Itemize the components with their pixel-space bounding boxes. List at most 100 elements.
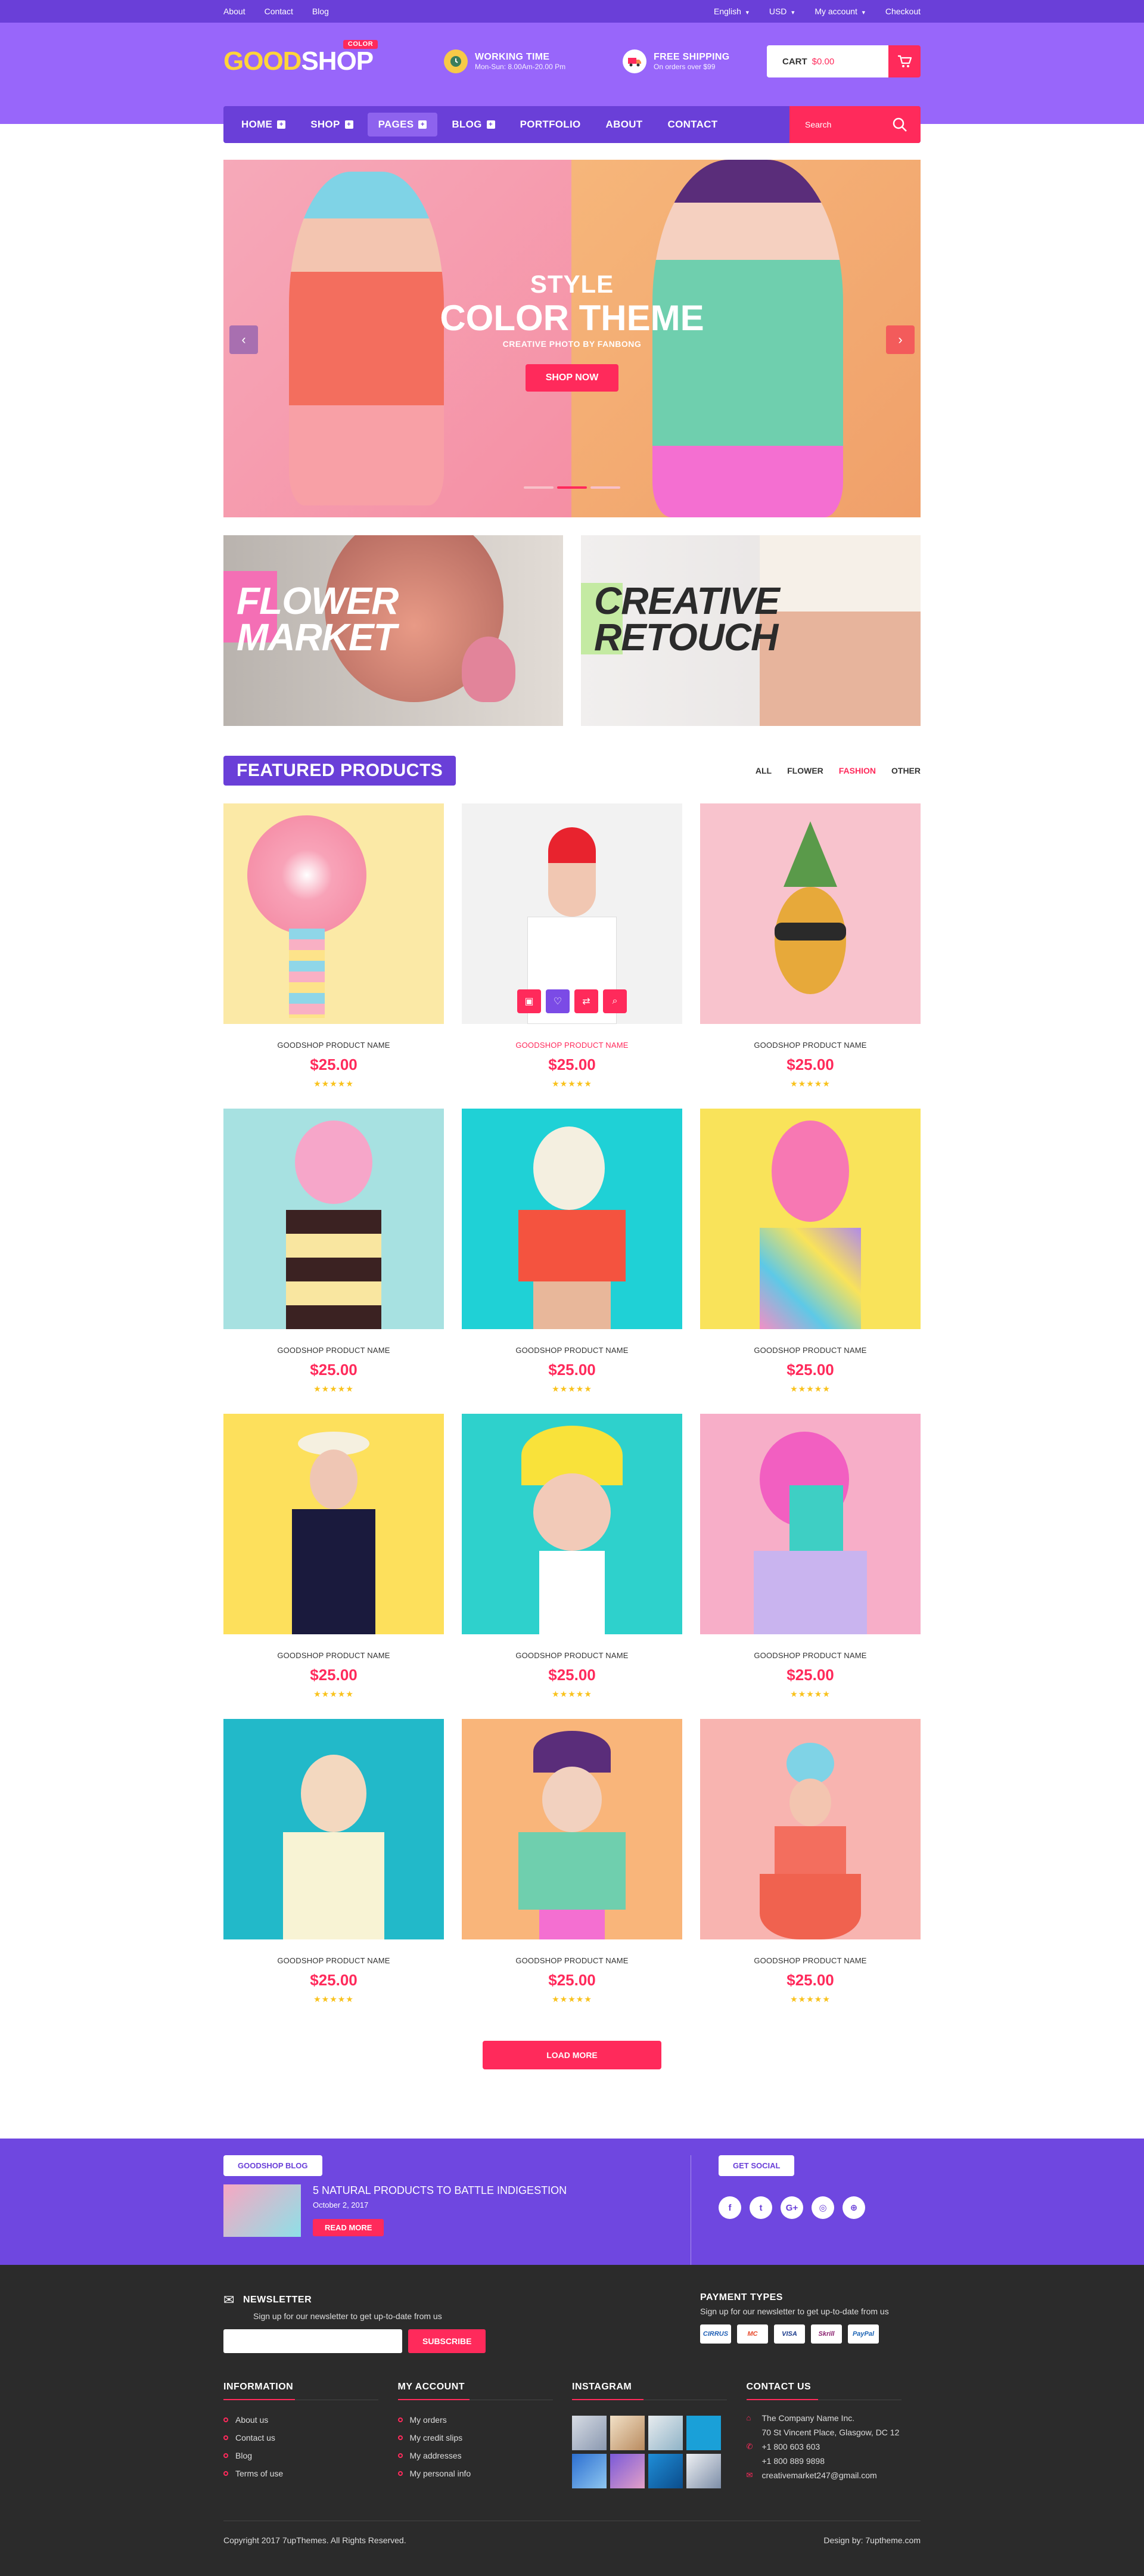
site-logo[interactable]: GOODSHOP COLOR xyxy=(223,40,378,75)
instagram-thumb[interactable] xyxy=(648,2454,683,2488)
footer-link-terms[interactable]: Terms of use xyxy=(223,2465,398,2482)
product-image[interactable] xyxy=(223,803,444,1024)
blog-post[interactable]: 5 NATURAL PRODUCTS TO BATTLE INDIGESTION… xyxy=(223,2184,691,2237)
product-card[interactable]: GOODSHOP PRODUCT NAME $25.00 ★★★★★ xyxy=(223,803,444,1109)
read-more-button[interactable]: READ MORE xyxy=(313,2219,384,2236)
compare-button[interactable]: ⇄ xyxy=(574,989,598,1013)
search-input[interactable]: Search xyxy=(805,120,831,129)
slider-dot[interactable] xyxy=(524,486,554,489)
instagram-thumb[interactable] xyxy=(610,2416,645,2450)
product-name[interactable]: GOODSHOP PRODUCT NAME xyxy=(700,1956,921,1965)
product-image[interactable]: ▣ ♡ ⇄ ⌕ xyxy=(462,803,682,1024)
product-card[interactable]: GOODSHOP PRODUCT NAME $25.00 ★★★★★ xyxy=(462,1109,682,1414)
product-card[interactable]: GOODSHOP PRODUCT NAME $25.00 ★★★★★ xyxy=(700,1109,921,1414)
product-name[interactable]: GOODSHOP PRODUCT NAME xyxy=(462,1956,682,1965)
footer-link-about[interactable]: About us xyxy=(223,2411,398,2429)
product-image[interactable] xyxy=(700,803,921,1024)
nav-shop[interactable]: SHOP + xyxy=(300,113,363,136)
nav-home[interactable]: HOME + xyxy=(231,113,296,136)
slider-dot[interactable] xyxy=(590,486,620,489)
product-image[interactable] xyxy=(462,1719,682,1939)
product-name[interactable]: GOODSHOP PRODUCT NAME xyxy=(223,1956,444,1965)
slider-next-button[interactable]: › xyxy=(886,325,915,354)
contact-phone[interactable]: ✆ +1 800 603 603 +1 800 889 9898 xyxy=(747,2440,921,2468)
product-card[interactable]: ▣ ♡ ⇄ ⌕ GOODSHOP PRODUCT NAME $25.00 ★★★★★ xyxy=(462,803,682,1109)
product-card[interactable]: GOODSHOP PRODUCT NAME $25.00 ★★★★★ xyxy=(223,1414,444,1719)
instagram-thumb[interactable] xyxy=(610,2454,645,2488)
quickview-button[interactable]: ⌕ xyxy=(603,989,627,1013)
blog-post-title[interactable]: 5 NATURAL PRODUCTS TO BATTLE INDIGESTION xyxy=(313,2184,567,2197)
footer-link-contact[interactable]: Contact us xyxy=(223,2429,398,2447)
nav-pages[interactable]: PAGES + xyxy=(367,113,438,136)
product-image[interactable] xyxy=(700,1719,921,1939)
product-image[interactable] xyxy=(700,1109,921,1329)
footer-link-personal-info[interactable]: My personal info xyxy=(397,2465,573,2482)
footer-link-credit-slips[interactable]: My credit slips xyxy=(397,2429,573,2447)
twitter-icon[interactable]: t xyxy=(750,2196,772,2219)
instagram-thumb[interactable] xyxy=(572,2416,607,2450)
wishlist-button[interactable]: ♡ xyxy=(546,989,570,1013)
instagram-thumb[interactable] xyxy=(572,2454,607,2488)
product-image[interactable] xyxy=(462,1109,682,1329)
footer-link-addresses[interactable]: My addresses xyxy=(397,2447,573,2465)
cart-button[interactable] xyxy=(888,45,921,77)
language-dropdown[interactable]: English ▼ xyxy=(714,7,750,16)
product-image[interactable] xyxy=(700,1414,921,1634)
product-name[interactable]: GOODSHOP PRODUCT NAME xyxy=(700,1346,921,1355)
add-to-cart-button[interactable]: ▣ xyxy=(517,989,541,1013)
rss-icon[interactable]: ⊕ xyxy=(843,2196,865,2219)
search-icon[interactable] xyxy=(892,117,907,132)
blog-thumbnail[interactable] xyxy=(223,2184,301,2237)
product-name[interactable]: GOODSHOP PRODUCT NAME xyxy=(223,1651,444,1660)
product-card[interactable]: GOODSHOP PRODUCT NAME $25.00 ★★★★★ xyxy=(462,1414,682,1719)
filter-fashion[interactable]: FASHION xyxy=(839,766,876,775)
nav-blog[interactable]: BLOG + xyxy=(441,113,505,136)
facebook-icon[interactable]: f xyxy=(719,2196,741,2219)
newsletter-email-input[interactable] xyxy=(223,2329,402,2353)
filter-other[interactable]: OTHER xyxy=(891,766,921,775)
instagram-thumb[interactable] xyxy=(648,2416,683,2450)
nav-about[interactable]: ABOUT xyxy=(595,113,654,136)
contact-email[interactable]: ✉ creativemarket247@gmail.com xyxy=(747,2468,921,2482)
instagram-thumb[interactable] xyxy=(686,2454,721,2488)
filter-all[interactable]: ALL xyxy=(756,766,772,775)
product-image[interactable] xyxy=(223,1109,444,1329)
footer-link-orders[interactable]: My orders xyxy=(397,2411,573,2429)
search-box[interactable]: Search xyxy=(789,106,921,143)
top-link-about[interactable]: About xyxy=(223,7,245,16)
product-image[interactable] xyxy=(223,1719,444,1939)
shop-now-button[interactable]: SHOP NOW xyxy=(525,364,619,392)
footer-link-blog[interactable]: Blog xyxy=(223,2447,398,2465)
product-name[interactable]: GOODSHOP PRODUCT NAME xyxy=(462,1651,682,1660)
product-name[interactable]: GOODSHOP PRODUCT NAME xyxy=(462,1041,682,1050)
google-plus-icon[interactable]: G+ xyxy=(781,2196,803,2219)
product-card[interactable]: GOODSHOP PRODUCT NAME $25.00 ★★★★★ xyxy=(700,1719,921,2024)
banner-flower-market[interactable]: FLOWER MARKET xyxy=(223,535,563,726)
load-more-button[interactable]: LOAD MORE xyxy=(483,2041,661,2069)
product-name[interactable]: GOODSHOP PRODUCT NAME xyxy=(462,1346,682,1355)
filter-flower[interactable]: FLOWER xyxy=(787,766,823,775)
product-name[interactable]: GOODSHOP PRODUCT NAME xyxy=(700,1041,921,1050)
nav-portfolio[interactable]: PORTFOLIO xyxy=(509,113,592,136)
product-card[interactable]: GOODSHOP PRODUCT NAME $25.00 ★★★★★ xyxy=(223,1109,444,1414)
currency-dropdown[interactable]: USD ▼ xyxy=(769,7,795,16)
product-image[interactable] xyxy=(223,1414,444,1634)
account-dropdown[interactable]: My account ▼ xyxy=(815,7,866,16)
product-name[interactable]: GOODSHOP PRODUCT NAME xyxy=(223,1346,444,1355)
cart-widget[interactable]: CART $0.00 xyxy=(767,45,921,77)
product-name[interactable]: GOODSHOP PRODUCT NAME xyxy=(223,1041,444,1050)
top-link-blog[interactable]: Blog xyxy=(312,7,329,16)
product-card[interactable]: GOODSHOP PRODUCT NAME $25.00 ★★★★★ xyxy=(700,803,921,1109)
blog-label[interactable]: GOODSHOP BLOG xyxy=(223,2155,322,2176)
product-image[interactable] xyxy=(462,1414,682,1634)
cart-summary[interactable]: CART $0.00 xyxy=(767,45,888,77)
banner-creative-retouch[interactable]: CREATIVE RETOUCH xyxy=(581,535,921,726)
slider-prev-button[interactable]: ‹ xyxy=(229,325,258,354)
top-link-checkout[interactable]: Checkout xyxy=(885,7,921,16)
top-link-contact[interactable]: Contact xyxy=(265,7,293,16)
product-card[interactable]: GOODSHOP PRODUCT NAME $25.00 ★★★★★ xyxy=(223,1719,444,2024)
slider-dot-active[interactable] xyxy=(557,486,587,489)
instagram-thumb[interactable] xyxy=(686,2416,721,2450)
product-name[interactable]: GOODSHOP PRODUCT NAME xyxy=(700,1651,921,1660)
product-card[interactable]: GOODSHOP PRODUCT NAME $25.00 ★★★★★ xyxy=(462,1719,682,2024)
